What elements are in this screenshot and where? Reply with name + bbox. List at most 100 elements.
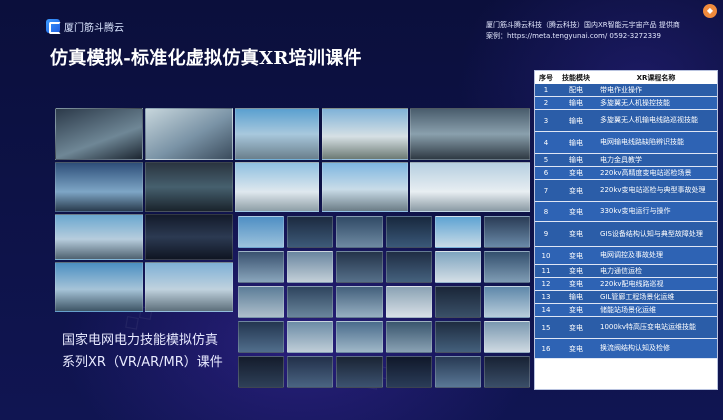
cell-module: 输电 (557, 97, 595, 110)
table-row: 2 输电 多旋翼无人机操控技能 (535, 97, 717, 110)
scene-image-7 (145, 162, 233, 212)
cell-module: 变电 (557, 222, 595, 247)
table-row: 3 输电 多旋翼无人机输电线路巡视技能 (535, 110, 717, 132)
course-thumbnail (483, 251, 530, 283)
cell-no: 3 (535, 110, 557, 132)
scene-image-9 (322, 162, 408, 212)
course-thumbnail (336, 356, 383, 388)
cell-course: 220kv变电站巡检与典型事故处理 (595, 180, 717, 202)
cell-course: 储能站场景化运维 (595, 304, 717, 317)
scene-image-14 (145, 262, 233, 312)
course-thumbnail (385, 286, 432, 318)
cell-no: 2 (535, 97, 557, 110)
course-thumbnail (434, 356, 481, 388)
course-thumbnail (336, 251, 383, 283)
cell-course: 1000kv特高压变电站运维技能 (595, 317, 717, 339)
cell-no: 5 (535, 154, 557, 167)
course-thumbnail (287, 356, 334, 388)
scene-image-1 (55, 108, 143, 160)
page-title: 仿真模拟-标准化虚拟仿真XR培训课件 (50, 48, 362, 69)
course-table: 序号 技能模块 XR课程名称 1 配电 带电作业操作 2 输电 多旋翼无人机操控技能 3 输电… (534, 70, 718, 390)
table-row: 9 变电 GIS设备结构认知与典型故障处理 (535, 222, 717, 247)
table-row: 11 变电 电力通信运检 (535, 265, 717, 278)
header-course: XR课程名称 (636, 73, 676, 82)
cell-module: 变电 (557, 247, 595, 265)
cell-no: 9 (535, 222, 557, 247)
cell-course: 带电作业操作 (595, 84, 717, 97)
logo-icon (46, 19, 61, 34)
cell-module: 输电 (557, 132, 595, 154)
scene-image-4 (322, 108, 408, 160)
cell-course: 220kv高精度变电站巡检场景 (595, 167, 717, 180)
cell-no: 15 (535, 317, 557, 339)
scene-image-10 (410, 162, 530, 212)
cell-no: 1 (535, 84, 557, 97)
header-module: 技能模块 (562, 73, 590, 82)
cell-module: 输电 (557, 154, 595, 167)
cell-no: 4 (535, 132, 557, 154)
corporate-line-2: 案例：https://meta.tengyunai.com/ 0592-3272… (486, 32, 661, 40)
course-thumbnail (336, 286, 383, 318)
course-thumbnail (385, 356, 432, 388)
table-row: 4 输电 电网输电线路缺陷辨识技能 (535, 132, 717, 154)
cell-module: 变电 (557, 317, 595, 339)
cell-module: 变电 (557, 339, 595, 359)
table-header: 序号 技能模块 XR课程名称 (535, 71, 717, 84)
caption-line-1: 国家电网电力技能模拟仿真 (62, 333, 219, 348)
course-thumbnail (483, 216, 530, 248)
cell-course: 330kv变电运行与操作 (595, 202, 717, 222)
corporate-line-1: 厦门筋斗腾云科技（腾云科技）国内XR智能元宇宙产品 提供商 (486, 21, 680, 29)
cell-module: 输电 (557, 110, 595, 132)
logo-text: 厦门筋斗腾云 (64, 22, 124, 34)
course-thumbnail (238, 251, 285, 283)
series-caption: 国家电网电力技能模拟仿真 系列XR（VR/AR/MR）课件 (62, 330, 223, 374)
table-row: 16 变电 换流阀结构认知及检修 (535, 339, 717, 359)
cell-course: 电网调控及事故处理 (595, 247, 717, 265)
course-thumbnail (483, 286, 530, 318)
corner-badge-icon: ◆ (703, 4, 717, 18)
cell-course: 电网输电线路缺陷辨识技能 (595, 132, 717, 154)
cell-no: 14 (535, 304, 557, 317)
course-thumbnail (238, 356, 285, 388)
table-row: 10 变电 电网调控及事故处理 (535, 247, 717, 265)
cell-no: 7 (535, 180, 557, 202)
cell-no: 8 (535, 202, 557, 222)
course-thumbnail (287, 251, 334, 283)
cell-module: 变电 (557, 304, 595, 317)
course-thumbnail (238, 216, 285, 248)
cell-module: 变电 (557, 265, 595, 278)
scene-image-12 (145, 214, 233, 260)
table-row: 13 输电 GIL管廊工程场景化运维 (535, 291, 717, 304)
scene-image-13 (55, 262, 143, 312)
cell-course: GIS设备结构认知与典型故障处理 (595, 222, 717, 247)
course-thumbnail (336, 216, 383, 248)
course-thumbnail (434, 216, 481, 248)
course-thumbnail (287, 216, 334, 248)
course-thumbnail (434, 251, 481, 283)
cell-no: 10 (535, 247, 557, 265)
course-thumbnail (483, 356, 530, 388)
course-thumbnail (238, 321, 285, 353)
course-thumbnail (287, 286, 334, 318)
course-thumbnail (336, 321, 383, 353)
table-row: 5 输电 电力金具教学 (535, 154, 717, 167)
table-row: 14 变电 储能站场景化运维 (535, 304, 717, 317)
cell-module: 输电 (557, 291, 595, 304)
cell-no: 6 (535, 167, 557, 180)
cell-course: 多旋翼无人机输电线路巡视技能 (595, 110, 717, 132)
table-row: 8 变电 330kv变电运行与操作 (535, 202, 717, 222)
cell-module: 变电 (557, 278, 595, 291)
brand-logo: 厦门筋斗腾云 (46, 18, 124, 34)
scene-image-8 (235, 162, 319, 212)
table-row: 12 变电 220kv配电线路巡视 (535, 278, 717, 291)
cell-module: 变电 (557, 202, 595, 222)
course-thumbnail (238, 286, 285, 318)
cell-no: 13 (535, 291, 557, 304)
caption-line-2: 系列XR（VR/AR/MR）课件 (62, 355, 223, 370)
course-thumbnail (385, 321, 432, 353)
scene-image-5 (410, 108, 530, 160)
cell-course: 电力金具教学 (595, 154, 717, 167)
course-thumbnail (385, 251, 432, 283)
cell-no: 12 (535, 278, 557, 291)
corporate-info: 厦门筋斗腾云科技（腾云科技）国内XR智能元宇宙产品 提供商 案例：https:/… (486, 20, 680, 42)
